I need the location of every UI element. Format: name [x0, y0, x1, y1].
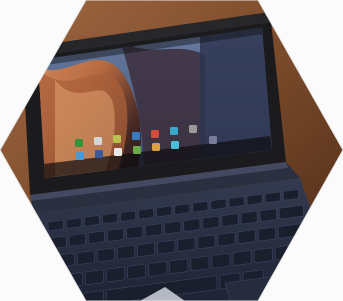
app-icon[interactable] — [113, 135, 121, 143]
app-icon[interactable] — [171, 141, 179, 149]
app-icon[interactable] — [94, 137, 102, 145]
app-icon[interactable] — [151, 130, 159, 138]
photo-content — [0, 0, 343, 301]
app-icon[interactable] — [152, 143, 160, 151]
app-icon[interactable] — [114, 148, 122, 156]
app-icon[interactable] — [133, 146, 141, 154]
app-icon[interactable] — [95, 150, 103, 158]
app-icon[interactable] — [189, 125, 197, 133]
app-icon[interactable] — [170, 127, 178, 135]
photo-frame — [0, 0, 343, 301]
app-icon[interactable] — [132, 132, 140, 140]
tablet-photo — [0, 0, 343, 301]
app-icon[interactable] — [75, 139, 83, 147]
app-icon[interactable] — [209, 136, 217, 144]
app-icon[interactable] — [76, 152, 84, 160]
